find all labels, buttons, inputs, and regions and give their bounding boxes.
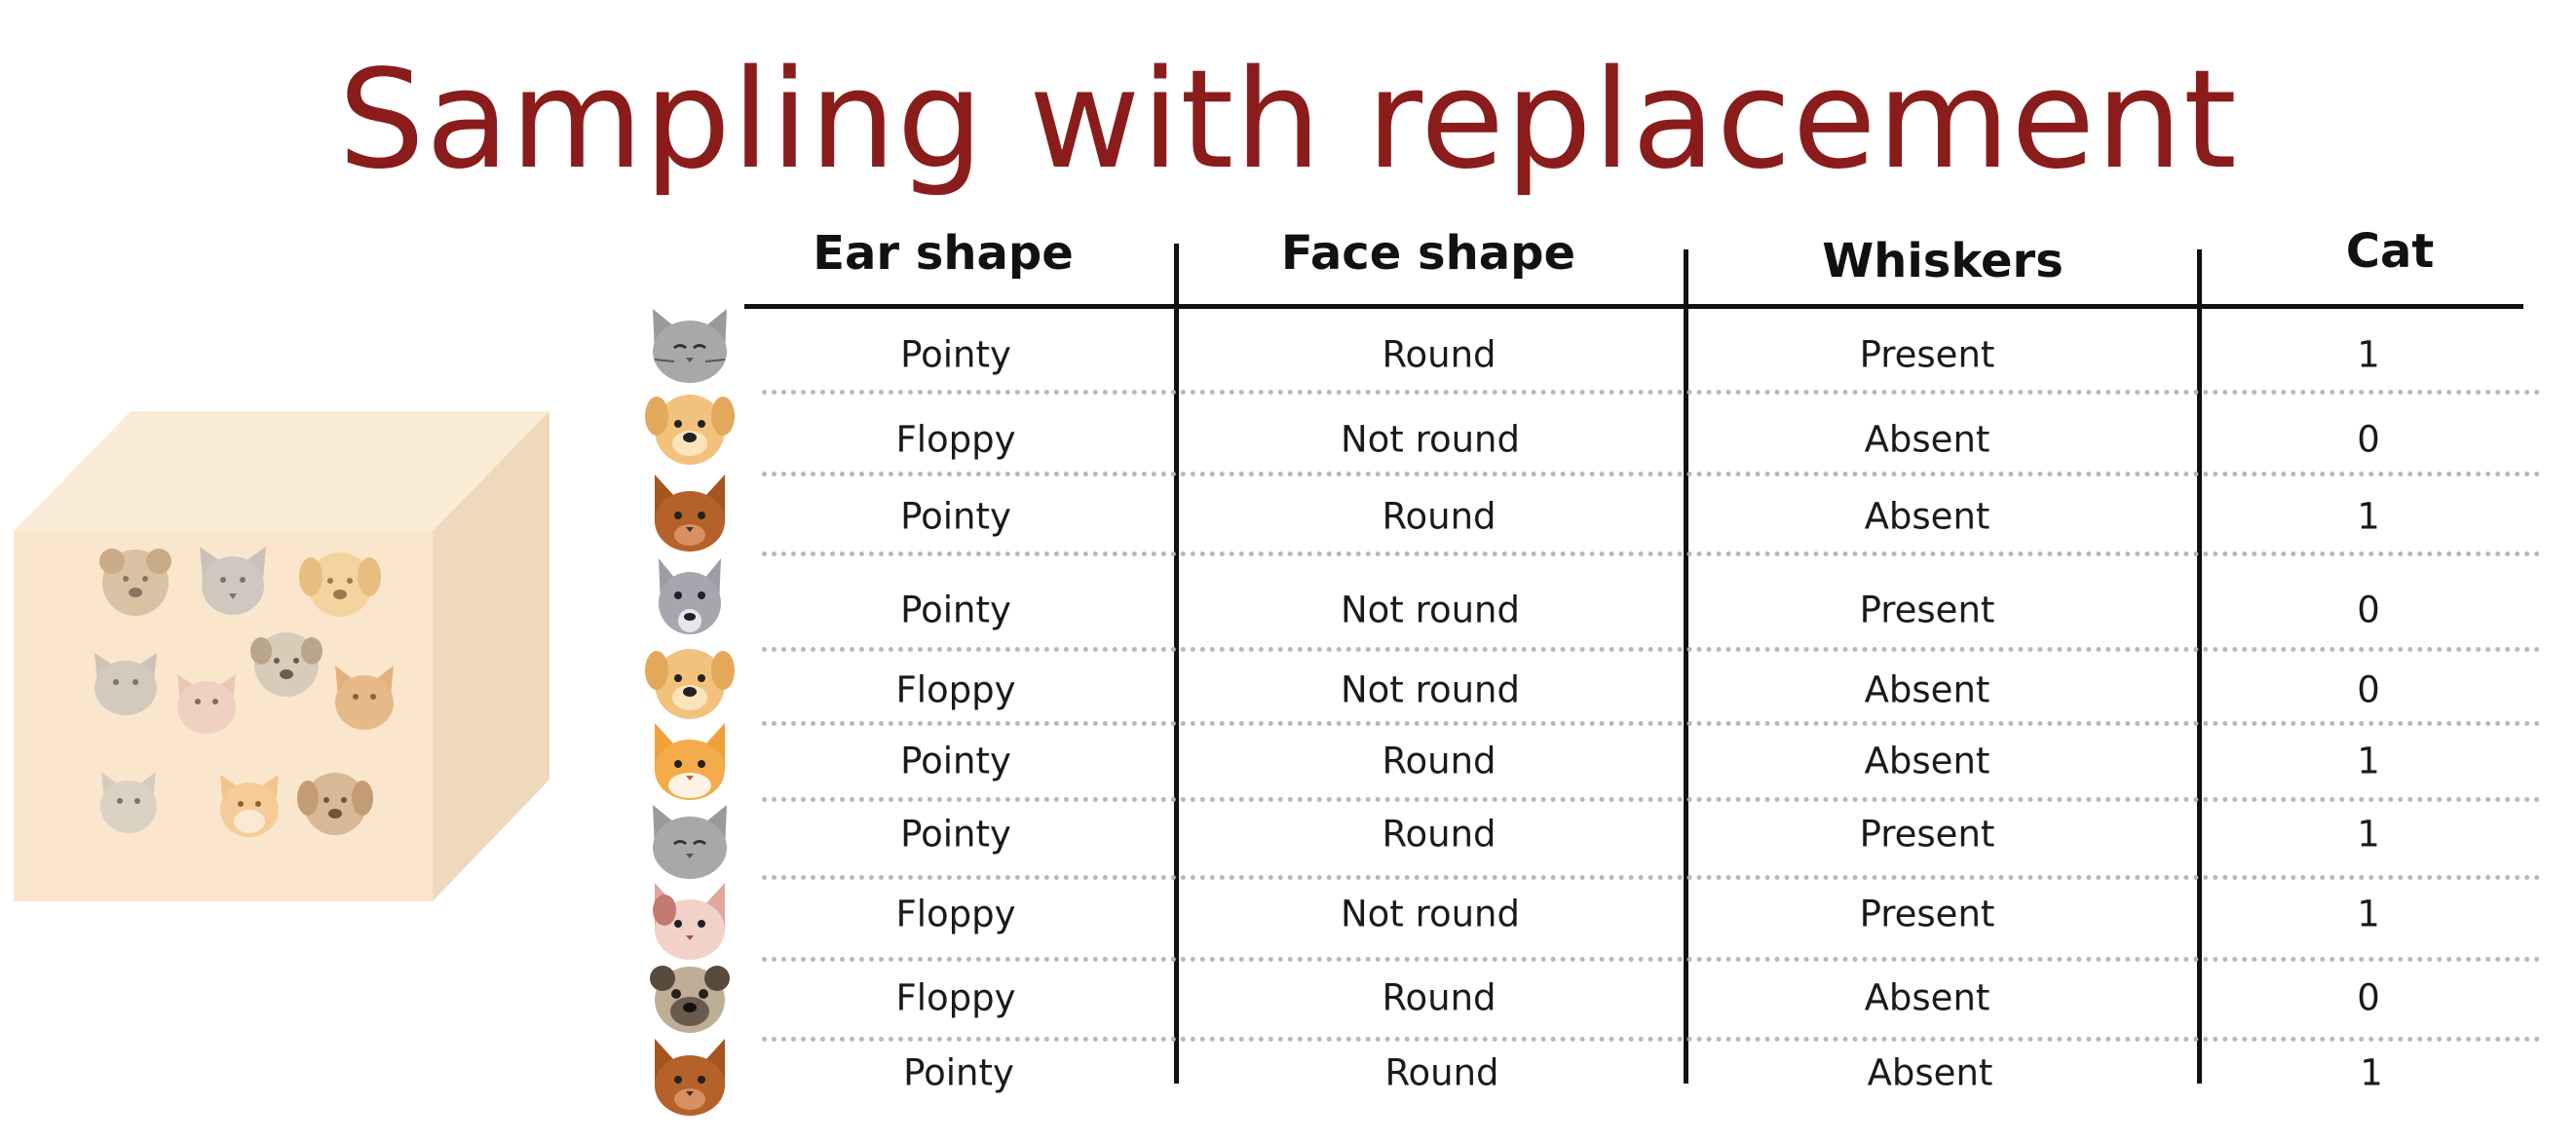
row-separator — [762, 957, 2541, 962]
cell-face-shape: Not round — [1340, 589, 1521, 631]
row-separator — [762, 797, 2541, 802]
cell-whiskers: Absent — [1864, 740, 1990, 782]
orange-cat-icon — [655, 723, 725, 800]
cell-face-shape: Round — [1382, 976, 1496, 1019]
gray-cat-icon — [653, 805, 727, 879]
cell-whiskers: Present — [1859, 893, 1995, 935]
cell-cat: 0 — [2357, 589, 2380, 631]
cell-cat: 1 — [2360, 1051, 2383, 1094]
slide: Sampling with replacement Ear shape Face… — [0, 0, 2576, 1142]
brown-cat-icon — [655, 1039, 725, 1116]
sample-table: Ear shape Face shape Whiskers Cat Pointy… — [0, 0, 2576, 1142]
cell-whiskers: Present — [1859, 813, 1995, 856]
cell-ear-shape: Pointy — [903, 1051, 1014, 1094]
cell-ear-shape: Pointy — [900, 740, 1011, 782]
cell-whiskers: Absent — [1864, 495, 1990, 538]
cell-ear-shape: Floppy — [895, 976, 1016, 1019]
row-separator — [762, 721, 2541, 726]
cell-cat: 0 — [2357, 418, 2380, 461]
header-whiskers: Whiskers — [1822, 234, 2064, 288]
cell-cat: 1 — [2357, 740, 2380, 782]
cell-ear-shape: Floppy — [895, 893, 1016, 935]
cell-cat: 0 — [2357, 976, 2380, 1019]
cell-cat: 0 — [2357, 668, 2380, 711]
row-separator — [762, 1037, 2541, 1042]
cell-cat: 1 — [2357, 495, 2380, 538]
cell-whiskers: Absent — [1864, 418, 1990, 461]
cell-whiskers: Present — [1859, 333, 1995, 376]
row-separator — [762, 472, 2541, 476]
pink-cat-icon — [653, 883, 725, 960]
row-separator — [762, 647, 2541, 652]
cell-face-shape: Round — [1382, 495, 1496, 538]
cell-ear-shape: Pointy — [900, 589, 1011, 631]
header-face-shape: Face shape — [1280, 226, 1576, 281]
cell-ear-shape: Floppy — [895, 418, 1016, 461]
cell-cat: 1 — [2357, 813, 2380, 856]
cell-face-shape: Not round — [1340, 418, 1521, 461]
cell-ear-shape: Pointy — [900, 813, 1011, 856]
row-separator — [762, 390, 2541, 395]
cell-face-shape: Round — [1382, 740, 1496, 782]
row-separator — [762, 552, 2541, 556]
header-ear-shape: Ear shape — [813, 226, 1074, 281]
pug-dog-icon — [650, 966, 730, 1033]
cell-ear-shape: Pointy — [900, 333, 1011, 376]
cell-face-shape: Not round — [1340, 893, 1521, 935]
gray-dog-icon — [659, 558, 721, 634]
cell-face-shape: Round — [1382, 333, 1496, 376]
cell-whiskers: Absent — [1864, 668, 1990, 711]
cell-whiskers: Absent — [1864, 976, 1990, 1019]
cell-whiskers: Absent — [1867, 1051, 1993, 1094]
row-separator — [762, 875, 2541, 880]
cell-cat: 1 — [2357, 333, 2380, 376]
cell-face-shape: Round — [1384, 1051, 1499, 1094]
cell-face-shape: Round — [1382, 813, 1496, 856]
brown-cat-icon — [655, 475, 725, 552]
tan-dog-icon — [645, 395, 735, 465]
tan-dog-icon — [645, 649, 735, 719]
gray-cat-icon — [653, 309, 727, 383]
cell-ear-shape: Pointy — [900, 495, 1011, 538]
cell-ear-shape: Floppy — [895, 668, 1016, 711]
cell-face-shape: Not round — [1340, 668, 1521, 711]
header-rule — [744, 304, 2523, 309]
cell-cat: 1 — [2357, 893, 2380, 935]
header-cat: Cat — [2345, 224, 2435, 279]
cell-whiskers: Present — [1859, 589, 1995, 631]
